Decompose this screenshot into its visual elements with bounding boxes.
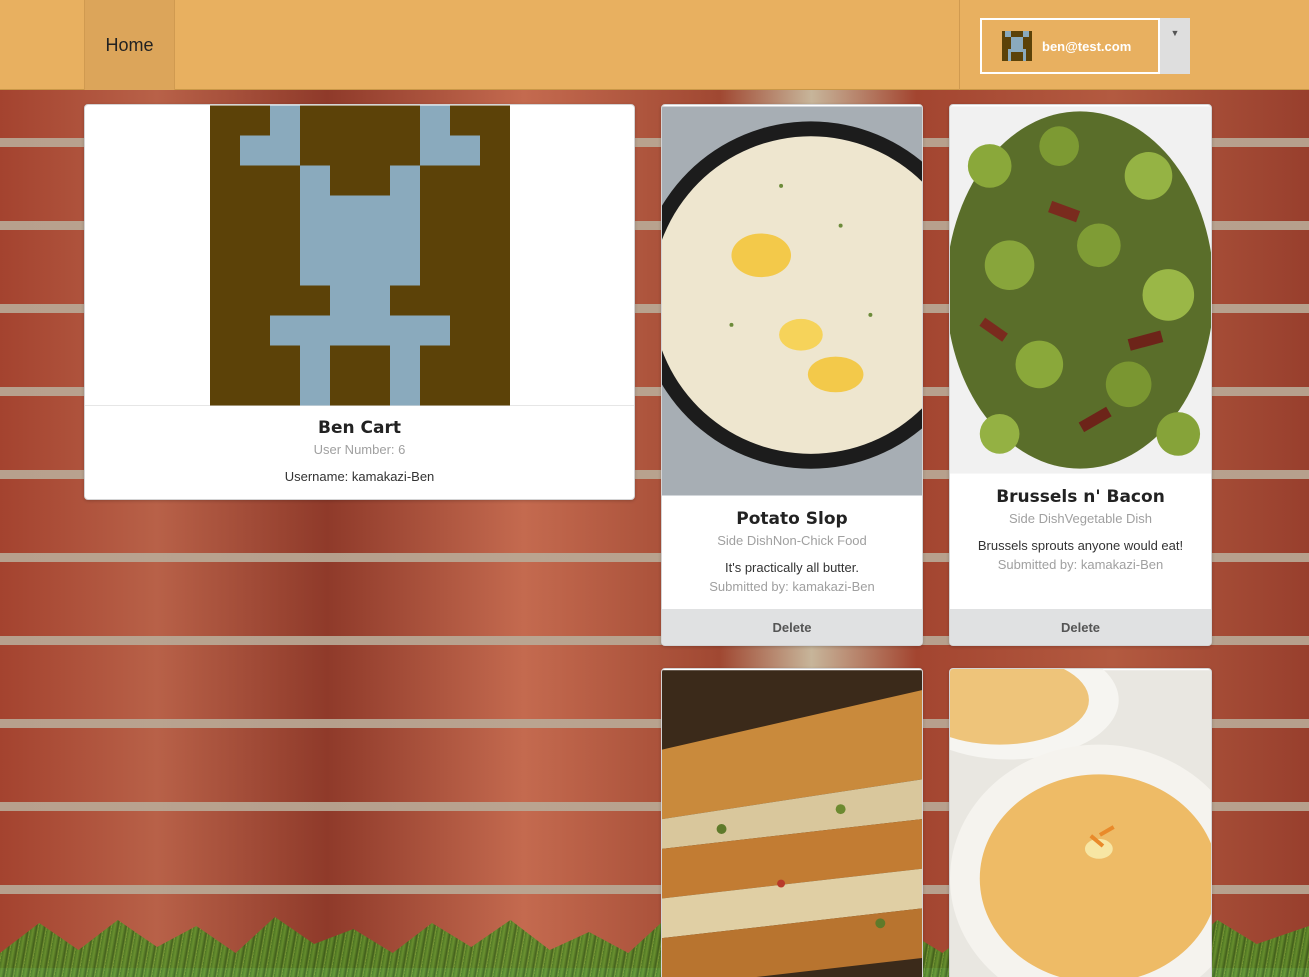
delete-button[interactable]: Delete xyxy=(950,609,1211,645)
recipe-image xyxy=(662,670,922,977)
recipe-card xyxy=(949,668,1212,977)
dropdown-caret-icon[interactable]: ▼ xyxy=(1160,18,1190,74)
profile-card: Ben Cart User Number: 6 Username: kamaka… xyxy=(84,104,635,500)
recipe-card: Brussels n' Bacon Side DishVegetable Dis… xyxy=(949,104,1212,646)
recipe-categories: Side DishNon-Chick Food xyxy=(717,533,867,548)
user-dropdown[interactable]: ben@test.com ▼ xyxy=(980,18,1190,74)
recipe-image xyxy=(950,669,1211,977)
profile-username: Username: kamakazi-Ben xyxy=(284,469,435,484)
profile-user-number: User Number: 6 xyxy=(313,442,406,457)
recipe-title: Potato Slop xyxy=(736,509,848,529)
recipe-categories: Side DishVegetable Dish xyxy=(1008,511,1153,526)
recipe-description: Brussels sprouts anyone would eat! xyxy=(977,538,1184,553)
delete-button[interactable]: Delete xyxy=(662,609,922,645)
nav-divider xyxy=(959,0,960,90)
nav-home-link[interactable]: Home xyxy=(84,0,175,90)
top-navbar: Home ben@test.com ▼ xyxy=(0,0,1309,90)
recipe-image xyxy=(950,106,1211,474)
recipe-image xyxy=(662,106,922,496)
profile-avatar-image xyxy=(209,105,510,406)
recipe-description: It's practically all butter. xyxy=(725,560,859,575)
user-email: ben@test.com xyxy=(1042,38,1132,54)
recipe-submitted-by: Submitted by: kamakazi-Ben xyxy=(997,557,1164,572)
recipe-title: Brussels n' Bacon xyxy=(996,487,1165,507)
recipe-card: Potato Slop Side DishNon-Chick Food It's… xyxy=(661,104,923,646)
profile-name: Ben Cart xyxy=(318,418,401,438)
recipe-submitted-by: Submitted by: kamakazi-Ben xyxy=(709,579,875,594)
user-menu-button[interactable]: ben@test.com xyxy=(980,18,1160,74)
user-avatar-icon xyxy=(1002,31,1032,61)
profile-image-wrap xyxy=(85,105,634,406)
recipe-card xyxy=(661,668,923,977)
